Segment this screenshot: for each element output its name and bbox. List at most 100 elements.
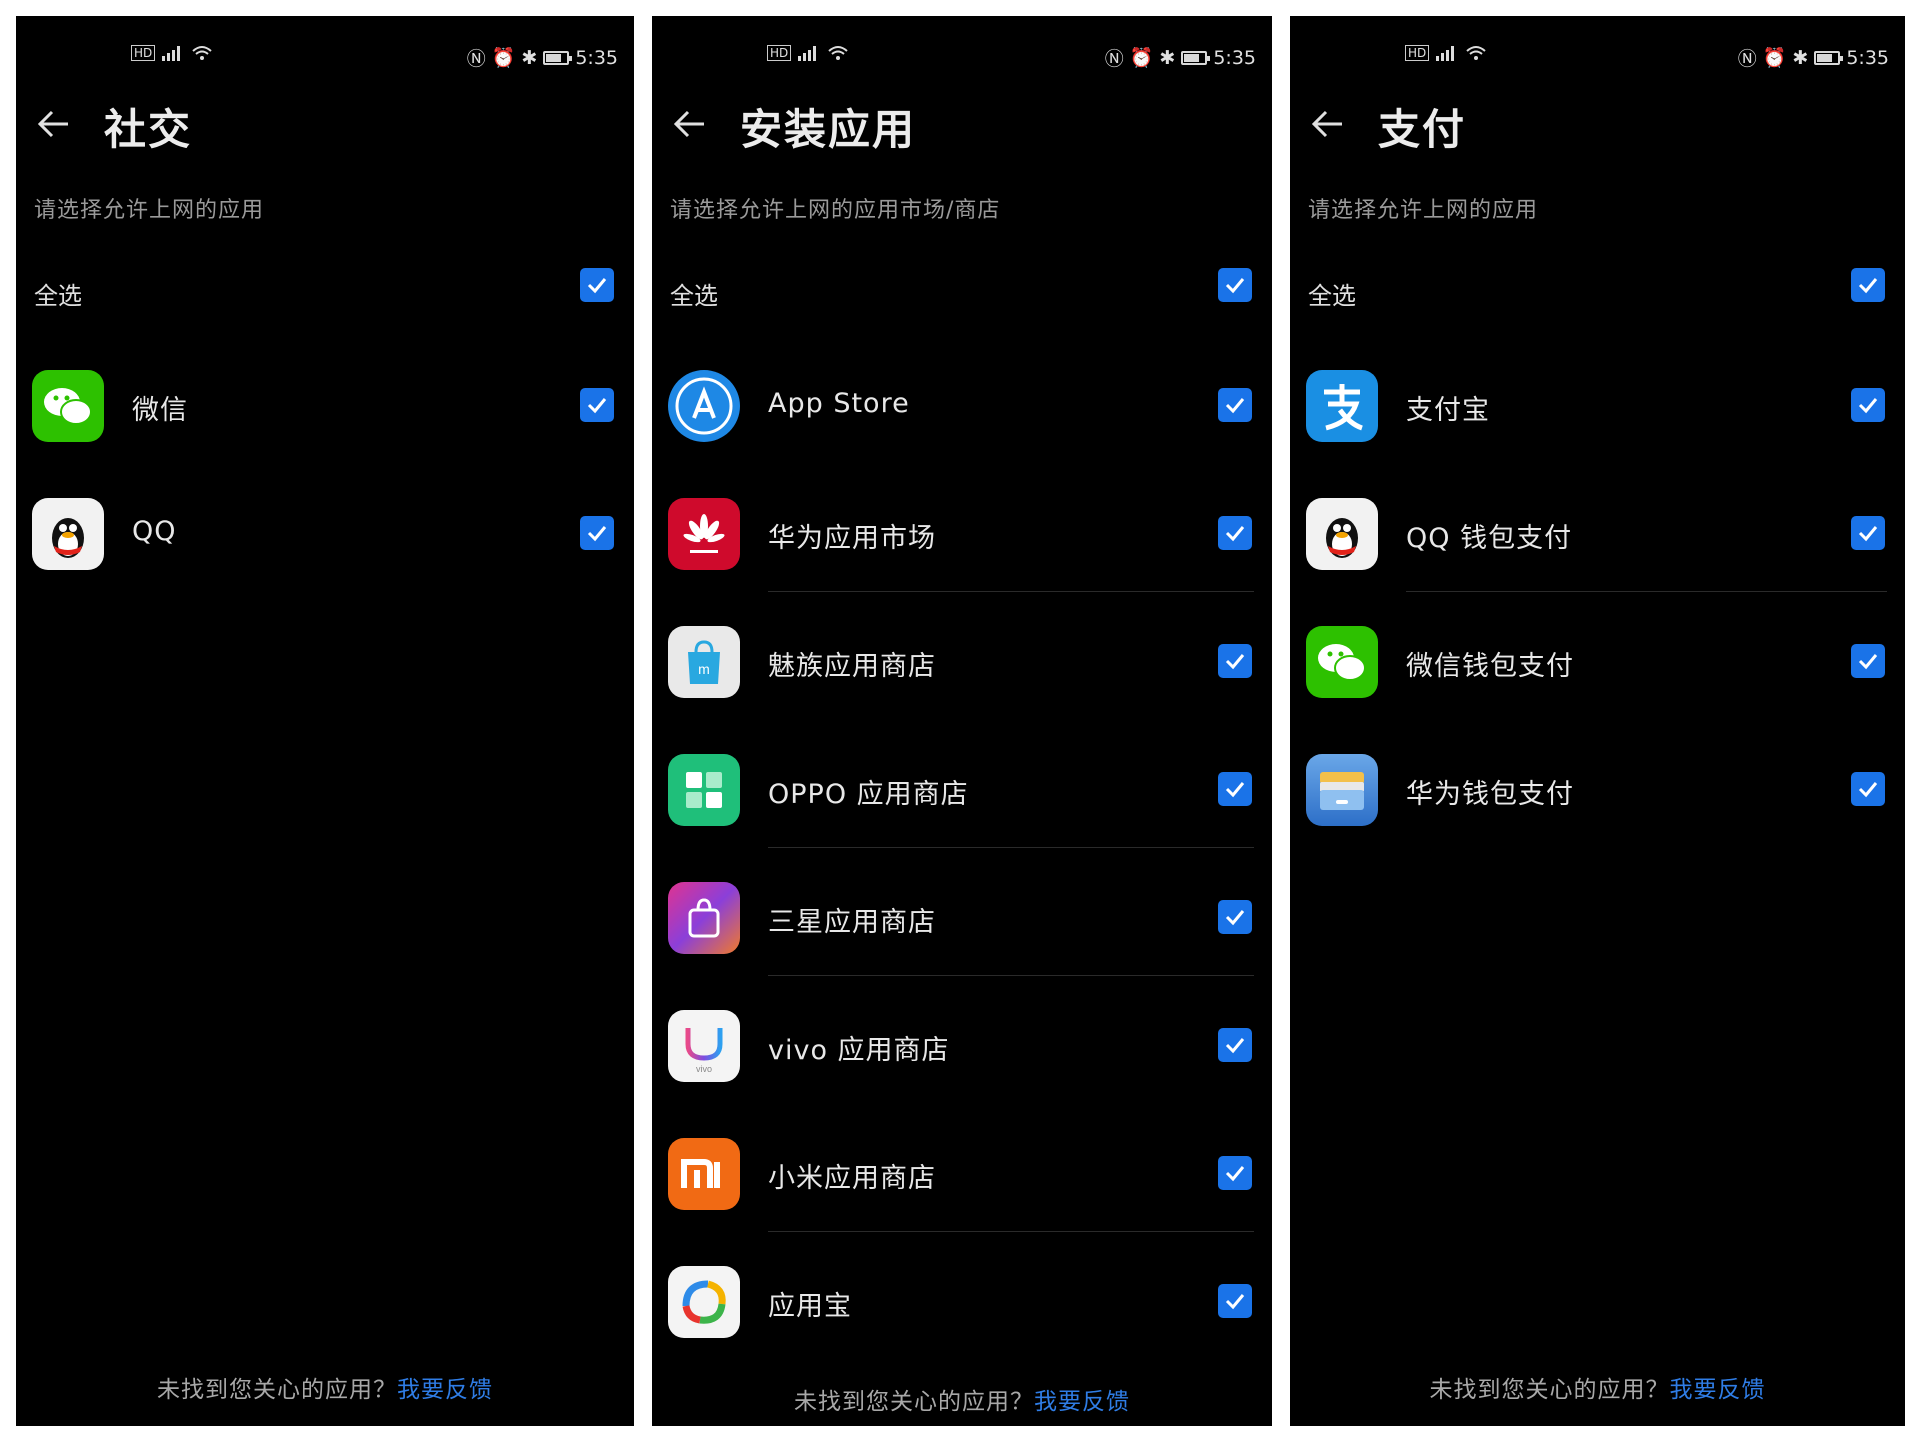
status-left-icons: HD: [131, 44, 213, 62]
app-checkbox[interactable]: [1218, 1156, 1252, 1190]
select-all-checkbox[interactable]: [580, 268, 614, 302]
app-checkbox[interactable]: [1851, 772, 1885, 806]
signal-icon: [162, 46, 181, 61]
app-checkbox[interactable]: [580, 388, 614, 422]
bluetooth-icon: ✱: [1792, 46, 1809, 69]
hd-icon: HD: [1405, 45, 1430, 61]
feedback-link[interactable]: 我要反馈: [1034, 1389, 1130, 1415]
alarm-icon: ⏰: [1129, 47, 1154, 69]
list-item[interactable]: 三星应用商店: [652, 848, 1272, 976]
wechat-icon: [32, 370, 104, 442]
nfc-icon: Ⓝ: [1737, 48, 1757, 70]
huawei-wallet-icon: [1306, 754, 1378, 826]
list-item[interactable]: 支付宝: [1290, 336, 1905, 464]
qq-icon: [1306, 498, 1378, 570]
app-name: 三星应用商店: [768, 907, 936, 938]
app-name: 魅族应用商店: [768, 651, 936, 682]
app-checkbox[interactable]: [1851, 516, 1885, 550]
select-all-label: 全选: [1308, 282, 1356, 310]
page-subtitle: 请选择允许上网的应用市场/商店: [670, 198, 1001, 223]
nfc-icon: Ⓝ: [466, 48, 486, 70]
app-checkbox[interactable]: [1218, 1028, 1252, 1062]
footer-text: 未找到您关心的应用？: [1429, 1377, 1670, 1403]
app-name: App Store: [768, 388, 910, 419]
svg-text:m: m: [698, 661, 710, 677]
app-name: QQ: [132, 516, 177, 547]
list-item[interactable]: App Store: [652, 336, 1272, 464]
select-all-label: 全选: [670, 282, 718, 310]
list-item[interactable]: QQ 钱包支付: [1290, 464, 1905, 592]
page-subtitle: 请选择允许上网的应用: [1308, 198, 1539, 223]
oppo-store-icon: [668, 754, 740, 826]
svg-text:vivo: vivo: [696, 1064, 712, 1074]
list-item[interactable]: 华为钱包支付: [1290, 720, 1905, 848]
alipay-icon: [1306, 370, 1378, 442]
app-name: OPPO 应用商店: [768, 779, 969, 810]
status-bar: HD Ⓝ ⏰ ✱ 5:35: [16, 44, 634, 74]
battery-icon: [1814, 50, 1844, 65]
huawei-appgallery-icon: [668, 498, 740, 570]
status-right-icons: Ⓝ ⏰ ✱ 5:35: [1105, 44, 1256, 71]
battery-icon: [543, 50, 573, 65]
feedback-footer: 未找到您关心的应用？我要反馈: [652, 1382, 1272, 1416]
back-arrow-icon[interactable]: [1308, 104, 1348, 144]
page-title: 安装应用: [740, 105, 917, 154]
samsung-store-icon: [668, 882, 740, 954]
hd-icon: HD: [767, 45, 792, 61]
app-checkbox[interactable]: [1218, 644, 1252, 678]
list-item[interactable]: 小米应用商店: [652, 1104, 1272, 1232]
select-all-checkbox[interactable]: [1851, 268, 1885, 302]
back-arrow-icon[interactable]: [34, 104, 74, 144]
status-left-icons: HD: [1405, 44, 1487, 62]
yingyongbao-icon: [668, 1266, 740, 1338]
wifi-icon: [192, 46, 212, 60]
bluetooth-icon: ✱: [1159, 46, 1176, 69]
app-checkbox[interactable]: [1851, 388, 1885, 422]
battery-icon: [1181, 50, 1211, 65]
nfc-icon: Ⓝ: [1104, 48, 1124, 70]
xiaomi-store-icon: [668, 1138, 740, 1210]
wifi-icon: [1466, 46, 1486, 60]
app-checkbox[interactable]: [1218, 388, 1252, 422]
app-name: 微信: [132, 395, 188, 426]
bluetooth-icon: ✱: [521, 46, 538, 69]
app-checkbox[interactable]: [580, 516, 614, 550]
feedback-footer: 未找到您关心的应用？我要反馈: [16, 1370, 634, 1404]
app-checkbox[interactable]: [1851, 644, 1885, 678]
screen-install-apps: HD Ⓝ ⏰ ✱ 5:35 安装应用 请选择允许上网的应用市场/商店 全选 Ap…: [652, 16, 1272, 1426]
feedback-footer: 未找到您关心的应用？我要反馈: [1290, 1370, 1905, 1404]
status-bar: HD Ⓝ ⏰ ✱ 5:35: [1290, 44, 1905, 74]
qq-icon: [32, 498, 104, 570]
list-item[interactable]: m 魅族应用商店: [652, 592, 1272, 720]
list-item[interactable]: vivo vivo 应用商店: [652, 976, 1272, 1104]
feedback-link[interactable]: 我要反馈: [397, 1377, 493, 1403]
select-all-checkbox[interactable]: [1218, 268, 1252, 302]
hd-icon: HD: [131, 45, 156, 61]
list-item[interactable]: OPPO 应用商店: [652, 720, 1272, 848]
back-arrow-icon[interactable]: [670, 104, 710, 144]
app-checkbox[interactable]: [1218, 900, 1252, 934]
list-item[interactable]: 华为应用市场: [652, 464, 1272, 592]
app-name: QQ 钱包支付: [1406, 523, 1573, 554]
app-checkbox[interactable]: [1218, 772, 1252, 806]
wechat-icon: [1306, 626, 1378, 698]
screen-social: HD Ⓝ ⏰ ✱ 5:35 社交 请选择允许上网的应用 全选 微信 QQ 未找到…: [16, 16, 634, 1426]
page-title: 支付: [1378, 105, 1467, 154]
meizu-store-icon: m: [668, 626, 740, 698]
app-name: 应用宝: [768, 1291, 852, 1322]
feedback-link[interactable]: 我要反馈: [1670, 1377, 1766, 1403]
app-store-icon: [668, 370, 740, 442]
status-left-icons: HD: [767, 44, 849, 62]
vivo-store-icon: vivo: [668, 1010, 740, 1082]
wifi-icon: [828, 46, 848, 60]
list-item[interactable]: 微信钱包支付: [1290, 592, 1905, 720]
alarm-icon: ⏰: [491, 47, 516, 69]
status-bar: HD Ⓝ ⏰ ✱ 5:35: [652, 44, 1272, 74]
list-item[interactable]: 微信: [16, 336, 634, 464]
list-item[interactable]: QQ: [16, 464, 634, 592]
signal-icon: [798, 46, 817, 61]
app-name: 华为钱包支付: [1406, 779, 1574, 810]
list-item[interactable]: 应用宝: [652, 1232, 1272, 1360]
app-checkbox[interactable]: [1218, 516, 1252, 550]
app-checkbox[interactable]: [1218, 1284, 1252, 1318]
